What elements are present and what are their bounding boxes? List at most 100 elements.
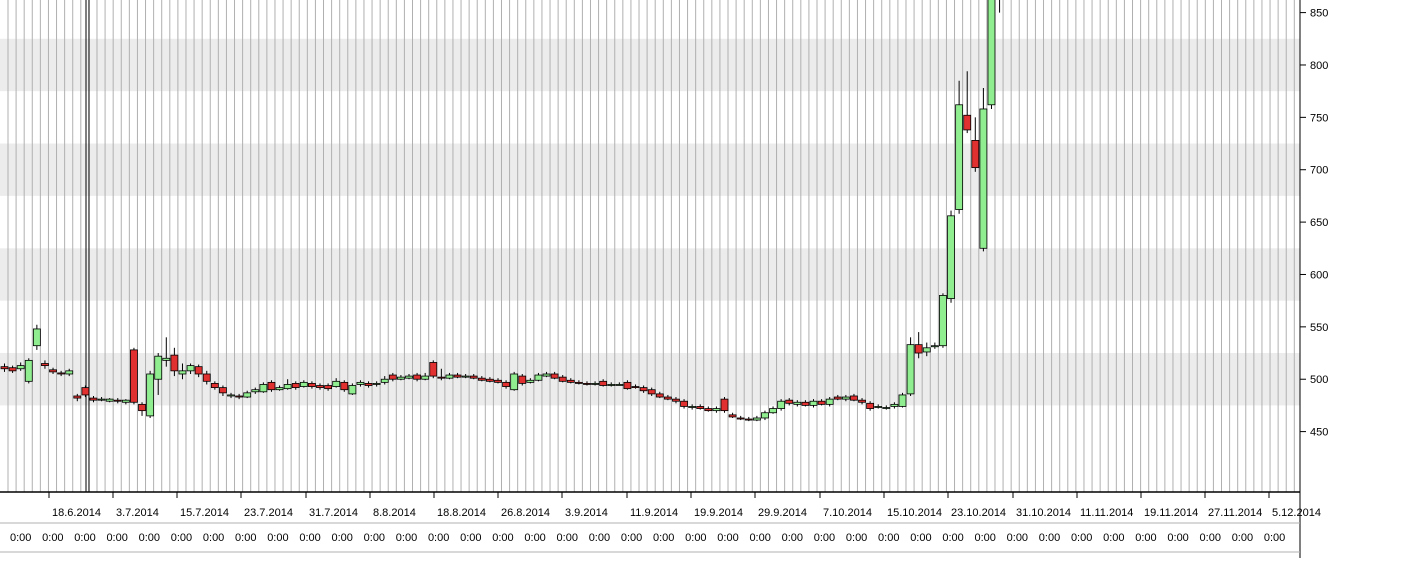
candle-down[interactable]	[583, 383, 591, 385]
candle-down[interactable]	[672, 398, 680, 402]
candle-up[interactable]	[397, 376, 405, 380]
candle-down[interactable]	[429, 362, 438, 377]
candle-down[interactable]	[785, 399, 794, 404]
candle-up[interactable]	[542, 373, 551, 377]
candle-down[interactable]	[324, 385, 333, 390]
candle-up[interactable]	[251, 389, 260, 393]
candle-up[interactable]	[825, 398, 834, 405]
candle-down[interactable]	[235, 395, 244, 398]
candle-down[interactable]	[914, 344, 923, 354]
candle-down[interactable]	[494, 379, 502, 383]
candle-down[interactable]	[550, 373, 559, 379]
candle-down[interactable]	[81, 387, 90, 396]
candle-up[interactable]	[24, 359, 33, 382]
candle-down[interactable]	[291, 383, 300, 389]
candle-up[interactable]	[607, 384, 616, 386]
candle-up[interactable]	[510, 373, 519, 391]
candle-down[interactable]	[202, 373, 211, 382]
candle-up[interactable]	[445, 374, 454, 379]
candle-down[interactable]	[170, 354, 179, 372]
candle-up[interactable]	[874, 406, 883, 408]
candle-down[interactable]	[639, 387, 648, 392]
candle-down[interactable]	[696, 406, 705, 409]
candle-up[interactable]	[380, 378, 389, 383]
candle-up[interactable]	[688, 406, 697, 408]
candle-up[interactable]	[947, 215, 955, 299]
candle-up[interactable]	[259, 384, 268, 393]
candle-up[interactable]	[890, 403, 899, 407]
candle-down[interactable]	[623, 381, 632, 390]
candle-up[interactable]	[979, 108, 988, 249]
candle-down[interactable]	[866, 402, 875, 409]
candle-down[interactable]	[728, 414, 737, 418]
candle-down[interactable]	[599, 380, 608, 386]
candle-up[interactable]	[987, 0, 996, 106]
candle-down[interactable]	[720, 398, 729, 412]
candle-down[interactable]	[655, 393, 664, 398]
candle-down[interactable]	[704, 408, 713, 412]
candle-down[interactable]	[340, 381, 349, 391]
candle-down[interactable]	[647, 389, 656, 395]
candle-up[interactable]	[955, 104, 964, 210]
chart-container[interactable]: 4505005506006507007508008509009501000110…	[0, 0, 1402, 563]
candle-down[interactable]	[574, 381, 583, 384]
candle-down[interactable]	[388, 374, 397, 380]
candle-down[interactable]	[502, 381, 510, 387]
candle-up[interactable]	[243, 392, 252, 398]
candle-down[interactable]	[308, 383, 316, 387]
candle-up[interactable]	[227, 394, 235, 397]
candle-up[interactable]	[906, 344, 915, 395]
candle-down[interactable]	[971, 139, 980, 169]
candle-up[interactable]	[348, 385, 357, 395]
candle-down[interactable]	[210, 383, 219, 389]
candle-down[interactable]	[801, 401, 810, 406]
candle-up[interactable]	[372, 383, 381, 385]
candle-down[interactable]	[89, 397, 98, 401]
candle-down[interactable]	[963, 114, 972, 131]
candle-down[interactable]	[736, 417, 745, 420]
candle-up[interactable]	[777, 400, 786, 409]
candle-down[interactable]	[73, 395, 82, 399]
candle-down[interactable]	[130, 349, 138, 403]
candle-down[interactable]	[316, 385, 324, 389]
candle-up[interactable]	[769, 408, 777, 414]
candle-up[interactable]	[752, 417, 761, 421]
candle-down[interactable]	[57, 372, 66, 375]
candle-up[interactable]	[16, 365, 25, 370]
candle-down[interactable]	[858, 399, 866, 403]
candle-down[interactable]	[631, 386, 640, 389]
candle-up[interactable]	[939, 295, 947, 347]
candle-down[interactable]	[0, 366, 9, 370]
candle-up[interactable]	[882, 407, 891, 409]
candle-down[interactable]	[566, 379, 575, 383]
candle-up[interactable]	[930, 345, 939, 348]
candle-down[interactable]	[453, 374, 462, 378]
candle-down[interactable]	[364, 383, 373, 386]
candle-up[interactable]	[283, 384, 292, 390]
candle-up[interactable]	[591, 383, 599, 385]
candle-up[interactable]	[154, 355, 163, 380]
candle-down[interactable]	[267, 381, 276, 391]
candle-up[interactable]	[97, 398, 106, 401]
candle-down[interactable]	[413, 374, 421, 380]
candlestick-chart[interactable]: 4505005506006507007508008509009501000110…	[0, 0, 1402, 563]
candle-up[interactable]	[809, 400, 818, 406]
candle-up[interactable]	[421, 375, 430, 380]
candle-up[interactable]	[793, 401, 802, 405]
candle-down[interactable]	[833, 396, 842, 400]
candle-down[interactable]	[469, 375, 478, 379]
candle-down[interactable]	[744, 418, 753, 421]
candle-up[interactable]	[105, 398, 114, 402]
candle-down[interactable]	[8, 367, 17, 372]
candle-up[interactable]	[761, 412, 769, 419]
candle-down[interactable]	[219, 387, 227, 394]
candle-up[interactable]	[275, 387, 284, 391]
candle-up[interactable]	[121, 399, 130, 403]
candle-down[interactable]	[485, 378, 494, 382]
candle-up[interactable]	[332, 380, 341, 387]
candle-up[interactable]	[712, 408, 721, 412]
candle-down[interactable]	[194, 366, 203, 375]
candle-up[interactable]	[162, 357, 171, 361]
candle-up[interactable]	[615, 384, 624, 386]
candle-up[interactable]	[534, 374, 543, 381]
